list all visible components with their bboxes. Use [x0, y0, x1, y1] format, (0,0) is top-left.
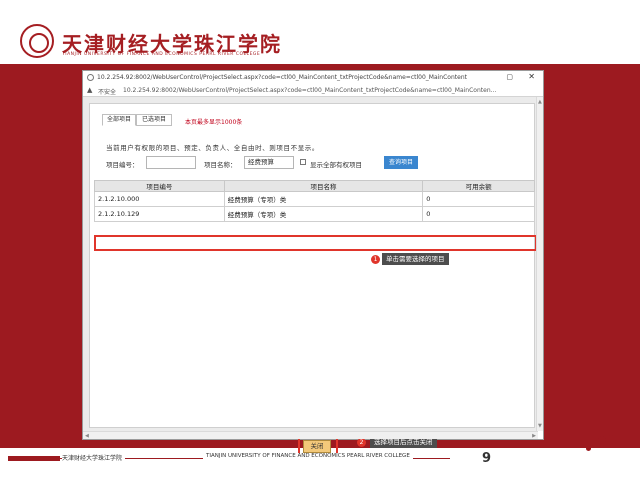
footer-university-name: 天津财经大学珠江学院 [62, 453, 126, 462]
browser-icon [87, 74, 94, 81]
browser-popup-window: 10.2.254.92:8002/WebUserControl/ProjectS… [82, 70, 544, 459]
close-button[interactable]: 关闭 [303, 440, 331, 453]
footer-red-bar [8, 456, 60, 461]
cell-balance: 0 [422, 206, 535, 222]
decorative-dot-icon [612, 442, 616, 446]
page-number: 9 [482, 451, 492, 466]
project-name-label: 项目名称： [204, 161, 237, 169]
cell-project-name: 经费预算（专项）类 [223, 191, 424, 207]
warning-icon: ▲ [87, 86, 93, 94]
col-header-code: 项目编号 [94, 180, 225, 192]
minimize-icon[interactable]: ▢ [506, 73, 513, 81]
project-code-label: 项目编号： [106, 161, 139, 169]
project-table: 项目编号 项目名称 可用余额 2.1.2.10.000 经费预算（专项）类 0 … [94, 180, 535, 222]
table-header-row: 项目编号 项目名称 可用余额 [94, 180, 535, 192]
table-row[interactable]: 2.1.2.10.000 经费预算（专项）类 0 [94, 191, 535, 207]
tab-label: 全部项目 [106, 116, 131, 123]
step-1-marker: 1 [371, 255, 380, 264]
tab-label: 已选项目 [141, 116, 166, 123]
project-code-input[interactable] [146, 156, 196, 169]
cell-balance: 0 [422, 191, 535, 207]
vertical-scrollbar[interactable]: ▲ ▼ [536, 97, 543, 431]
selected-row-highlight [94, 235, 537, 251]
cell-project-name: 经费预算（专项）类 [223, 206, 424, 222]
page-content: 全部项目 已选项目 本页最多显示1000条 当前用户有权限的项目、预定、负责人、… [83, 97, 538, 459]
step-1-callout: 单击需要选择的项目 [382, 253, 449, 265]
slide-header: 天津财经大学珠江学院 TIANJIN UNIVERSITY OF FINANCE… [0, 0, 640, 64]
show-all-checkbox[interactable] [300, 159, 306, 165]
show-all-label: 显示全部有权项目 [310, 161, 362, 169]
address-bar[interactable]: ▲ 不安全 10.2.254.92:8002/WebUserControl/Pr… [83, 84, 543, 97]
col-header-name: 项目名称 [223, 180, 424, 192]
window-title: 10.2.254.92:8002/WebUserControl/ProjectS… [97, 74, 467, 81]
url-text[interactable]: 10.2.254.92:8002/WebUserControl/ProjectS… [123, 87, 533, 94]
decorative-dot-icon [608, 430, 614, 436]
university-english-name: TIANJIN UNIVERSITY OF FINANCE AND ECONOM… [62, 52, 261, 57]
tab-selected-projects[interactable]: 已选项目 [136, 114, 172, 126]
query-project-button[interactable]: 查询项目 [384, 156, 418, 169]
permission-hint: 当前用户有权限的项目、预定、负责人、全自由时、则项目不显示。 [106, 144, 319, 152]
table-row[interactable]: 2.1.2.10.129 经费预算（专项）类 0 [94, 206, 535, 222]
step-2-marker: 2 [357, 438, 366, 447]
footer-english-name: TIANJIN UNIVERSITY OF FINANCE AND ECONOM… [203, 453, 413, 459]
scroll-right-icon[interactable]: ▶ [532, 433, 536, 439]
search-form: 项目编号： 项目名称： 经费预算 显示全部有权项目 查询项目 [106, 156, 526, 170]
window-titlebar: 10.2.254.92:8002/WebUserControl/ProjectS… [83, 71, 543, 84]
decorative-dot-icon [586, 446, 591, 451]
scroll-left-icon[interactable]: ◀ [85, 433, 89, 439]
close-icon[interactable]: ✕ [528, 72, 535, 81]
decorative-dot-icon [598, 436, 606, 444]
scroll-down-icon[interactable]: ▼ [538, 423, 542, 429]
project-select-panel: 全部项目 已选项目 本页最多显示1000条 当前用户有权限的项目、预定、负责人、… [89, 103, 537, 459]
horizontal-scrollbar[interactable]: ◀ ▶ [83, 431, 538, 439]
display-limit-note: 本页最多显示1000条 [185, 119, 243, 126]
university-seal-icon [20, 24, 54, 58]
scroll-up-icon[interactable]: ▲ [538, 99, 542, 105]
cell-project-code: 2.1.2.10.000 [94, 191, 225, 207]
insecure-label: 不安全 [98, 89, 117, 96]
project-name-input[interactable]: 经费预算 [244, 156, 294, 169]
slide: 天津财经大学珠江学院 TIANJIN UNIVERSITY OF FINANCE… [0, 0, 640, 480]
cell-project-code: 2.1.2.10.129 [94, 206, 225, 222]
col-header-balance: 可用余额 [422, 180, 535, 192]
tab-all-projects[interactable]: 全部项目 [102, 114, 136, 126]
